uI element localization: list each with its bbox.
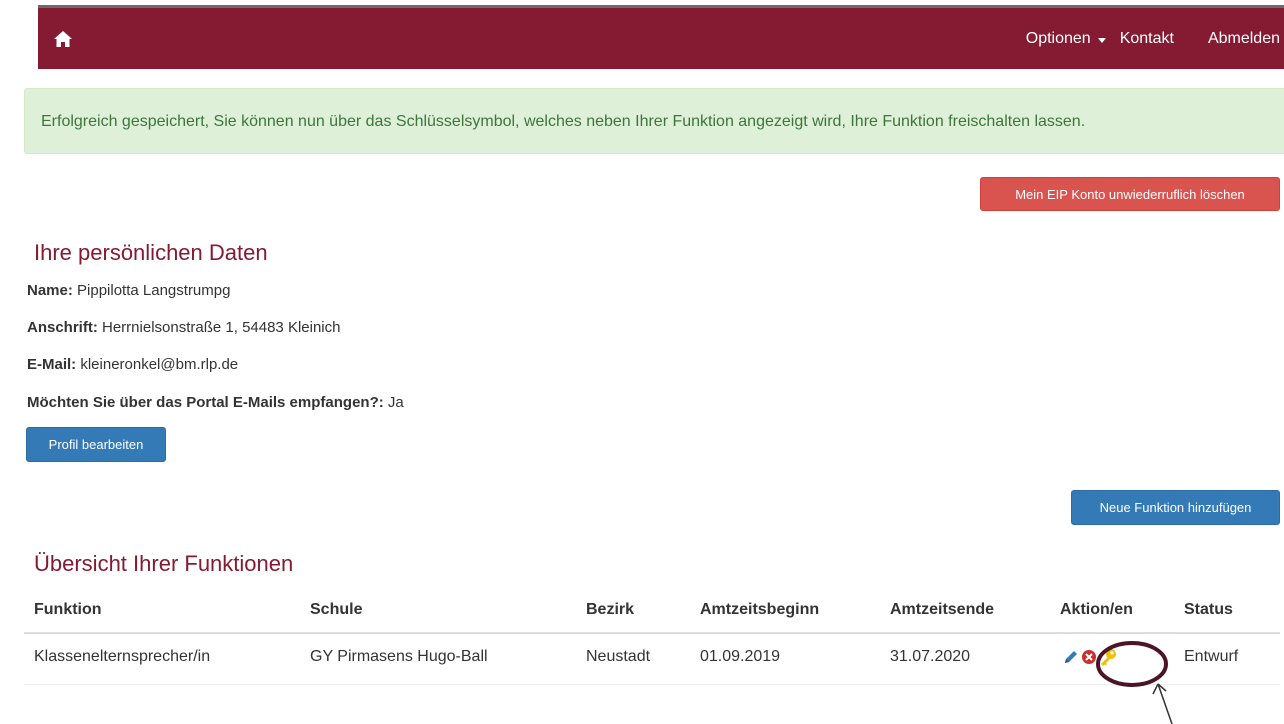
edit-profile-button[interactable]: Profil bearbeiten	[26, 427, 166, 462]
functions-table: Funktion Schule Bezirk Amtzeitsbeginn Am…	[24, 592, 1280, 685]
success-alert: Erfolgreich gespeichert, Sie können nun …	[24, 88, 1284, 154]
add-function-button[interactable]: Neue Funktion hinzufügen	[1071, 490, 1280, 525]
cell-bezirk: Neustadt	[586, 648, 651, 665]
name-field: Name: Pippilotta Langstrumpg	[27, 282, 230, 299]
home-icon[interactable]	[52, 28, 74, 50]
column-header-aktionen: Aktion/en	[1060, 601, 1133, 618]
column-header-bezirk: Bezirk	[586, 601, 635, 618]
table-row: Klassenelternsprecher/in GY Pirmasens Hu…	[24, 634, 1280, 685]
name-label: Name:	[27, 282, 73, 299]
newsletter-field: Möchten Sie über das Portal E-Mails empf…	[27, 394, 404, 411]
personal-data-title: Ihre persönlichen Daten	[34, 240, 268, 265]
column-header-funktion: Funktion	[34, 601, 102, 618]
column-header-amtzeitsbeginn: Amtzeitsbeginn	[700, 601, 820, 618]
email-field: E-Mail: kleineronkel@bm.rlp.de	[27, 356, 238, 373]
column-header-schule: Schule	[310, 601, 363, 618]
newsletter-value: Ja	[383, 394, 404, 411]
cell-status: Entwurf	[1184, 648, 1239, 665]
cell-beginn: 01.09.2019	[700, 648, 781, 665]
nav-menu: Optionen Kontakt Abmelden	[1026, 30, 1280, 48]
success-alert-text: Erfolgreich gespeichert, Sie können nun …	[41, 113, 1086, 130]
column-header-status: Status	[1184, 601, 1233, 618]
cell-schule: GY Pirmasens Hugo-Ball	[310, 648, 488, 665]
pencil-icon[interactable]	[1062, 648, 1080, 666]
nav-optionen-label: Optionen	[1025, 30, 1091, 47]
top-navbar: Optionen Kontakt Abmelden	[38, 5, 1284, 69]
email-value: kleineronkel@bm.rlp.de	[76, 356, 239, 373]
functions-overview-title: Übersicht Ihrer Funktionen	[34, 551, 294, 576]
chevron-down-icon	[1097, 37, 1106, 43]
column-header-amtzeitsende: Amtzeitsende	[890, 601, 995, 618]
email-label: E-Mail:	[27, 356, 77, 373]
newsletter-label: Möchten Sie über das Portal E-Mails empf…	[27, 394, 384, 411]
address-label: Anschrift:	[27, 319, 98, 336]
delete-account-button[interactable]: Mein EIP Konto unwiederruflich löschen	[980, 177, 1280, 211]
address-field: Anschrift: Herrnielsonstraße 1, 54483 Kl…	[27, 319, 340, 336]
address-value: Herrnielsonstraße 1, 54483 Kleinich	[97, 319, 341, 336]
name-value: Pippilotta Langstrumpg	[72, 282, 231, 299]
cell-ende: 31.07.2020	[890, 648, 971, 665]
nav-optionen-dropdown[interactable]: Optionen	[1026, 30, 1106, 48]
nav-kontakt-link[interactable]: Kontakt	[1120, 30, 1174, 48]
cell-funktion: Klassenelternsprecher/in	[34, 648, 211, 665]
nav-abmelden-link[interactable]: Abmelden	[1208, 30, 1280, 48]
annotation-arrow-icon	[1152, 683, 1173, 724]
table-header: Funktion Schule Bezirk Amtzeitsbeginn Am…	[24, 592, 1280, 634]
